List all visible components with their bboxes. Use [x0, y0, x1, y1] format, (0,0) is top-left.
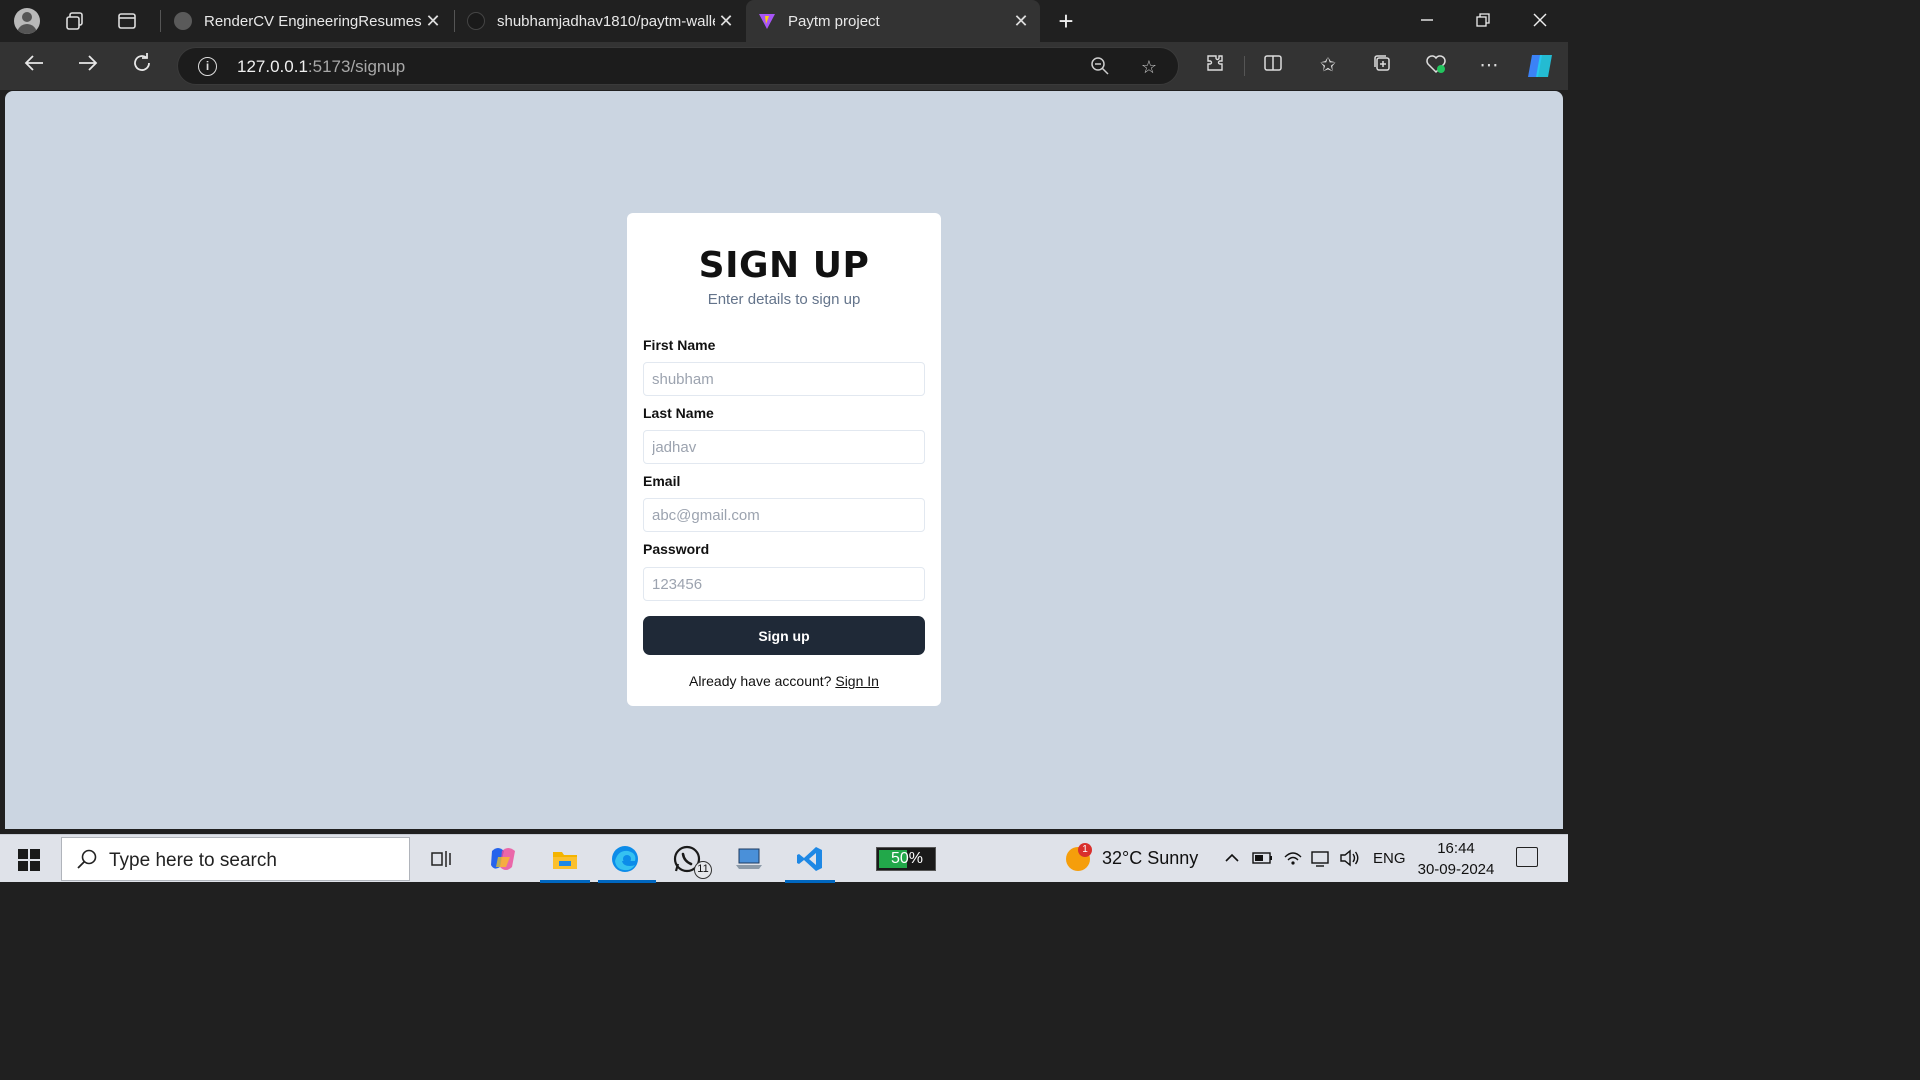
tab-favicon-icon	[174, 12, 192, 30]
task-view-icon[interactable]	[425, 843, 457, 875]
tab-bar: RenderCV EngineeringResumes Th ✕ shubham…	[0, 0, 1568, 42]
windows-start-icon[interactable]	[18, 849, 40, 871]
restore-icon[interactable]	[1463, 8, 1503, 34]
address-bar[interactable]: i 127.0.0.1:5173/signup ☆	[177, 47, 1179, 85]
browser-essentials-icon[interactable]	[1423, 53, 1449, 79]
signup-card: SIGN UP Enter details to sign up First N…	[627, 213, 941, 706]
url-host: 127.0.0.1	[237, 57, 308, 76]
battery-icon[interactable]	[1252, 849, 1274, 872]
signup-button[interactable]: Sign up	[643, 616, 925, 655]
extensions-icon[interactable]	[1202, 53, 1228, 79]
file-explorer-icon[interactable]	[549, 843, 581, 875]
favorite-star-icon[interactable]: ☆	[1138, 56, 1160, 78]
favorites-icon[interactable]: ✩	[1315, 53, 1341, 79]
clock-date: 30-09-2024	[1417, 861, 1495, 878]
whatsapp-badge: 11	[694, 861, 712, 879]
github-favicon-icon	[467, 12, 485, 30]
signin-prompt: Already have account? Sign In	[627, 673, 941, 689]
first-name-input[interactable]	[643, 362, 925, 396]
first-name-label: First Name	[643, 337, 716, 353]
network-icon[interactable]	[1310, 849, 1332, 872]
last-name-label: Last Name	[643, 405, 714, 421]
more-options-icon[interactable]: ⋯	[1476, 53, 1502, 79]
copilot-app-icon[interactable]	[487, 843, 519, 875]
signin-prompt-text: Already have account?	[689, 673, 832, 689]
tab-title: Paytm project	[788, 12, 880, 30]
taskbar-search-box[interactable]: Type here to search	[61, 837, 410, 881]
split-screen-icon[interactable]	[1260, 53, 1286, 79]
close-tab-icon[interactable]: ✕	[1010, 11, 1032, 32]
minimize-icon[interactable]	[1407, 8, 1447, 34]
back-icon[interactable]	[19, 52, 49, 80]
wifi-icon[interactable]	[1283, 849, 1303, 872]
browser-tab-active[interactable]: Paytm project ✕	[746, 0, 1040, 42]
collections-icon[interactable]	[1369, 53, 1395, 79]
vite-favicon-icon	[758, 12, 776, 30]
site-info-icon[interactable]: i	[198, 57, 217, 76]
url-path: :5173/signup	[307, 57, 406, 76]
browser-tab[interactable]: shubhamjadhav1810/paytm-walle ✕	[455, 0, 745, 42]
email-input[interactable]	[643, 498, 925, 532]
laptop-app-icon[interactable]	[733, 843, 765, 875]
vscode-icon[interactable]	[794, 843, 826, 875]
workspaces-icon[interactable]	[62, 8, 88, 34]
profile-avatar-icon[interactable]	[14, 8, 40, 34]
edge-browser-icon[interactable]	[609, 843, 641, 875]
email-label: Email	[643, 473, 681, 489]
page-title: SIGN UP	[698, 245, 870, 286]
weather-text[interactable]: 32°C Sunny	[1102, 848, 1198, 869]
battery-widget[interactable]: 50%	[876, 847, 936, 871]
show-hidden-icons-icon[interactable]	[1223, 849, 1241, 872]
last-name-input[interactable]	[643, 430, 925, 464]
password-label: Password	[643, 541, 710, 557]
search-icon	[76, 848, 98, 876]
copilot-icon[interactable]	[1526, 53, 1552, 79]
close-tab-icon[interactable]: ✕	[422, 11, 444, 32]
password-input[interactable]	[643, 567, 925, 601]
close-tab-icon[interactable]: ✕	[715, 11, 737, 32]
notifications-icon[interactable]	[1516, 847, 1538, 867]
zoom-out-icon[interactable]	[1089, 56, 1111, 78]
page-subtitle: Enter details to sign up	[707, 291, 861, 308]
signin-link[interactable]: Sign In	[835, 673, 879, 689]
refresh-icon[interactable]	[127, 52, 157, 80]
page-viewport: SIGN UP Enter details to sign up First N…	[5, 91, 1563, 829]
new-tab-button[interactable]: +	[1046, 8, 1086, 34]
clock[interactable]: 16:44 30-09-2024	[1412, 838, 1500, 880]
tab-actions-icon[interactable]	[114, 8, 140, 34]
weather-badge: 1	[1078, 843, 1092, 857]
tab-title: RenderCV EngineeringResumes Th	[204, 12, 422, 30]
language-indicator[interactable]: ENG	[1373, 850, 1406, 867]
browser-tab[interactable]: RenderCV EngineeringResumes Th ✕	[162, 0, 452, 42]
forward-icon[interactable]	[73, 52, 103, 80]
battery-percent: 50%	[890, 850, 924, 867]
volume-icon[interactable]	[1339, 849, 1361, 872]
search-placeholder: Type here to search	[109, 850, 277, 871]
browser-toolbar: i 127.0.0.1:5173/signup ☆ ✩ ⋯	[0, 42, 1568, 90]
tab-title: shubhamjadhav1810/paytm-walle	[497, 12, 715, 30]
url-text[interactable]: 127.0.0.1:5173/signup	[237, 57, 405, 77]
close-window-icon[interactable]	[1520, 8, 1560, 34]
clock-time: 16:44	[1437, 840, 1475, 857]
windows-taskbar: Type here to search 11 50% 1 32°C Sunny	[0, 834, 1568, 883]
